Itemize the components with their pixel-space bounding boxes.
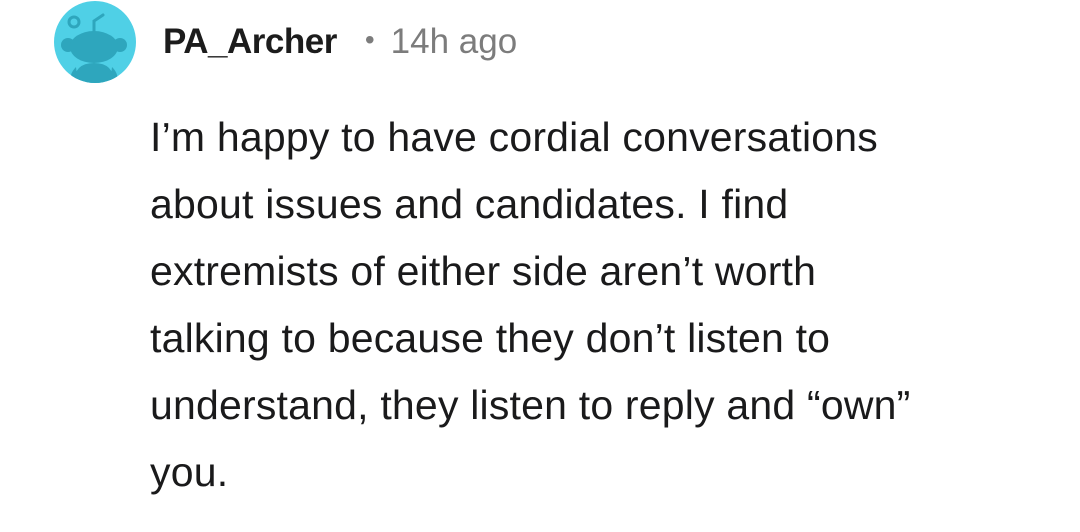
username-link[interactable]: PA_Archer: [163, 22, 337, 62]
snoo-avatar-icon: [54, 1, 136, 83]
user-avatar[interactable]: [54, 1, 136, 83]
comment-timestamp: 14h ago: [390, 22, 518, 61]
comment-body: I’m happy to have cordial conversations …: [150, 104, 1050, 506]
comment-body-line: you.: [150, 449, 229, 495]
comment: PA_Archer • 14h ago I’m happy to have co…: [0, 0, 1080, 532]
meta-separator: •: [364, 24, 375, 55]
comment-body-line: understand, they listen to reply and “ow…: [150, 382, 911, 428]
comment-header: PA_Archer • 14h ago: [163, 16, 517, 68]
comment-body-line: I’m happy to have cordial conversations: [150, 114, 878, 160]
comment-body-line: about issues and candidates. I find: [150, 181, 789, 227]
comment-body-line: talking to because they don’t listen to: [150, 315, 831, 361]
comment-body-line: extremists of either side aren’t worth: [150, 248, 817, 294]
